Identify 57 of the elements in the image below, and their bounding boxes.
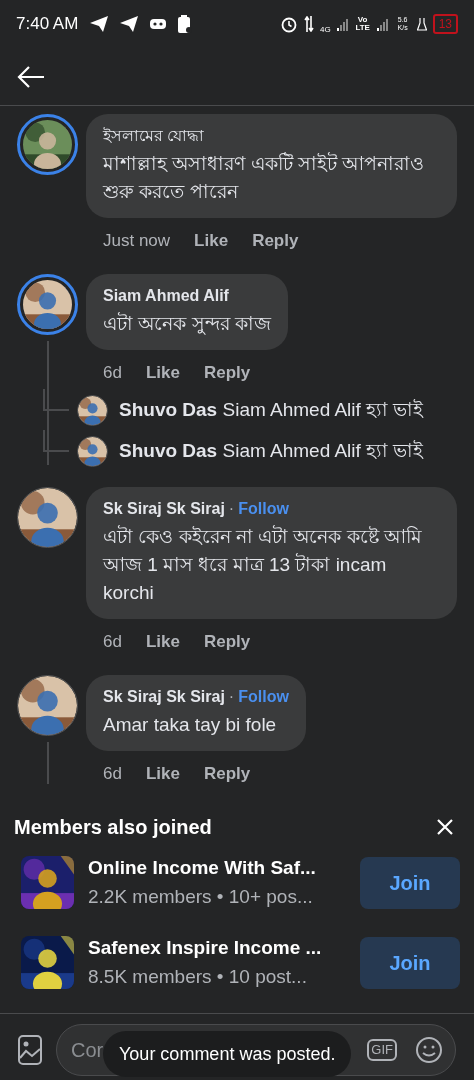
flask-icon — [416, 17, 427, 31]
gamepad-icon — [150, 19, 167, 29]
emoji-icon[interactable] — [415, 1036, 443, 1064]
avatar[interactable] — [77, 436, 108, 467]
image-icon[interactable] — [18, 1035, 42, 1065]
like-button[interactable]: Like — [145, 629, 180, 655]
comment-text: মাশাল্লাহ অসাধারণ একটি সাইট আপনারাও শুরু করতে পারেন — [103, 151, 426, 204]
volte-label: Vo LTE — [354, 16, 371, 32]
reply-button[interactable]: Reply — [203, 760, 251, 786]
like-button[interactable]: Like — [145, 359, 180, 385]
reply-button[interactable]: Reply — [203, 359, 251, 385]
group-name[interactable]: Safenex Inspire Income ... — [88, 934, 360, 963]
section-title: Members also joined — [14, 815, 212, 840]
reply-button[interactable]: Reply — [203, 629, 251, 655]
close-icon[interactable] — [436, 818, 454, 836]
network-type: 4G — [319, 26, 331, 34]
author-name[interactable]: Siam Ahmed Alif — [103, 283, 229, 308]
back-arrow-icon[interactable] — [16, 64, 46, 89]
paper-plane-icon — [120, 16, 139, 32]
battery-leaf-icon — [178, 15, 193, 33]
battery-level: 13 — [432, 14, 458, 34]
reply-button[interactable]: Reply — [252, 228, 299, 254]
comment-text: এটা অনেক সুন্দর কাজ — [103, 311, 271, 337]
author-name[interactable]: Sk Siraj Sk Siraj — [103, 497, 225, 521]
comment-time: Just now — [103, 230, 171, 252]
comment-field[interactable]: Cor Your comment was posted. GIF — [56, 1024, 456, 1076]
group-name[interactable]: Online Income With Saf... — [88, 854, 360, 883]
avatar[interactable] — [77, 395, 108, 426]
follow-link[interactable]: Follow — [238, 497, 289, 521]
group-meta: 2.2K members • 10+ pos... — [88, 884, 314, 909]
comment-text: Amar taka tay bi fole — [103, 712, 278, 737]
separator-dot: · — [228, 499, 235, 519]
reply-text: Shuvo Das Siam Ahmed Alif হ্যা ভাই — [119, 439, 424, 464]
comment-time: 6d — [103, 361, 122, 384]
like-button[interactable]: Like — [194, 228, 229, 254]
comment-text: এটা কেও কইরেন না এটা অনেক কষ্টে আমি আজ 1 মাস ধরে মাত্র 13 টাকা incam korchi — [103, 524, 423, 605]
gif-icon[interactable]: GIF — [367, 1039, 397, 1061]
signal-icon — [336, 17, 349, 31]
group-meta: 8.5K members • 10 post... — [88, 964, 308, 989]
toast: Your comment was posted. — [103, 1031, 352, 1077]
author-name[interactable]: Sk Siraj Sk Siraj — [103, 684, 225, 709]
paper-plane-icon — [90, 16, 109, 32]
join-button[interactable]: Join — [360, 856, 460, 909]
author-name[interactable]: ইসলামের যোদ্ধা — [103, 124, 205, 148]
follow-link[interactable]: Follow — [238, 684, 289, 709]
comment-time: 6d — [103, 631, 122, 653]
reply-text: Shuvo Das Siam Ahmed Alif হ্যা ভাই — [119, 398, 424, 423]
avatar[interactable] — [17, 114, 78, 175]
status-time: 7:40 AM — [16, 13, 79, 36]
avatar[interactable] — [17, 273, 78, 335]
like-button[interactable]: Like — [145, 760, 180, 786]
comment-time: 6d — [103, 762, 122, 785]
data-arrows-icon — [303, 16, 314, 32]
join-button[interactable]: Join — [360, 936, 460, 989]
alarm-icon — [279, 15, 298, 33]
signal-icon — [376, 17, 389, 31]
separator-dot: · — [228, 686, 235, 707]
